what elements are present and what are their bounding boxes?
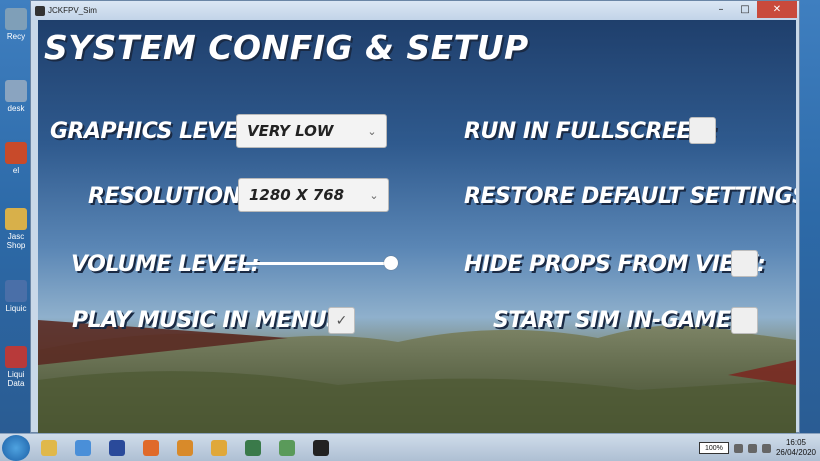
paint-shop-icon[interactable]: Jasc Shop [2, 208, 30, 250]
clock[interactable]: 16:05 26/04/2020 [776, 438, 816, 458]
app-icon [35, 5, 45, 16]
clock-time: 16:05 [785, 438, 806, 447]
maximize-button[interactable]: □ [733, 1, 757, 18]
minimize-button[interactable]: – [709, 1, 733, 18]
volume-level-label: VOLUME LEVEL: [71, 252, 260, 277]
fullscreen-checkbox[interactable] [689, 117, 716, 144]
resolution-dropdown[interactable]: 1280 X 768 ⌄ [238, 178, 389, 212]
desktop-icon-label: Recy [6, 32, 26, 41]
desktop-icon-glyph [5, 80, 27, 102]
resolution-label: RESOLUTION: [88, 184, 249, 209]
graphics-level-dropdown[interactable]: VERY LOW ⌄ [236, 114, 387, 148]
taskbar-chrome-icon[interactable] [68, 436, 98, 460]
play-music-checkbox[interactable]: ✓ [328, 307, 355, 334]
hide-props-checkbox[interactable] [731, 250, 758, 277]
desktop-icon-label: desk [7, 104, 25, 113]
chevron-down-icon: ⌄ [367, 124, 377, 138]
checkmark-icon: ✓ [335, 312, 348, 329]
game-icon [313, 439, 329, 456]
title-bar[interactable]: JCKFPV_Sim – □ ✕ [31, 1, 799, 20]
taskbar-folder-icon[interactable] [34, 436, 64, 460]
desktop-icon-label: Liquic [5, 304, 27, 313]
liquid-icon-glyph [5, 280, 27, 302]
volume-slider-thumb[interactable] [384, 256, 398, 270]
graphics-level-value: VERY LOW [247, 122, 334, 140]
firefox-icon [143, 439, 159, 456]
scenery-background [38, 320, 796, 433]
chevron-down-icon: ⌄ [369, 188, 379, 202]
taskbar-pg-icon[interactable] [102, 436, 132, 460]
pg-icon [109, 439, 125, 456]
config-title: SYSTEM CONFIG & SETUP [44, 28, 529, 67]
start-button[interactable] [2, 434, 30, 461]
volume-icon[interactable] [747, 443, 757, 453]
monitor-icon [245, 439, 261, 456]
desktop-icon-label: el [12, 166, 20, 175]
hide-props-label: HIDE PROPS FROM VIEW: [464, 252, 766, 277]
clock-date: 26/04/2020 [775, 448, 816, 457]
close-button[interactable]: ✕ [757, 1, 797, 18]
desktop-icon-label: Liqui Data [7, 370, 25, 388]
chrome-icon [75, 439, 91, 456]
start-sim-checkbox[interactable] [731, 307, 758, 334]
drone-icon [177, 439, 193, 456]
recycle-bin-icon-glyph [5, 8, 27, 30]
network-icon[interactable] [733, 443, 743, 453]
restore-defaults-button[interactable]: RESTORE DEFAULT SETTINGS [464, 184, 796, 209]
play-music-label: PLAY MUSIC IN MENUS: [72, 308, 350, 333]
app-icon-glyph [5, 142, 27, 164]
start-sim-label: START SIM IN-GAME: [493, 308, 739, 333]
taskbar-game-icon[interactable] [306, 436, 336, 460]
taskbar-photos-icon[interactable] [272, 436, 302, 460]
folder-icon [41, 439, 57, 456]
paint-shop-icon-glyph [5, 208, 27, 230]
system-tray: 100% 16:05 26/04/2020 [698, 438, 816, 458]
recycle-bin-icon[interactable]: Recy [2, 8, 30, 41]
resolution-value: 1280 X 768 [249, 186, 345, 204]
paint-icon [211, 439, 227, 456]
volume-slider[interactable] [243, 262, 391, 265]
graphics-level-label: GRAPHICS LEVEL: [50, 119, 261, 144]
taskbar-monitor-icon[interactable] [238, 436, 268, 460]
liquid-data-icon-glyph [5, 346, 27, 368]
taskbar-firefox-icon[interactable] [136, 436, 166, 460]
window-title: JCKFPV_Sim [48, 6, 97, 15]
taskbar-drone-icon[interactable] [170, 436, 200, 460]
battery-indicator[interactable]: 100% [698, 442, 729, 454]
game-view: SYSTEM CONFIG & SETUP GRAPHICS LEVEL: VE… [38, 20, 796, 433]
desktop-icon-label: Jasc Shop [6, 232, 26, 250]
desktop-icon[interactable]: desk [2, 80, 30, 113]
fullscreen-label: RUN IN FULLSCREEN: [464, 119, 718, 144]
app-icon[interactable]: el [2, 142, 30, 175]
liquid-data-icon[interactable]: Liqui Data [2, 346, 30, 388]
taskbar-paint-icon[interactable] [204, 436, 234, 460]
taskbar: 100% 16:05 26/04/2020 [0, 433, 820, 461]
photos-icon [279, 439, 295, 456]
liquid-icon[interactable]: Liquic [2, 280, 30, 313]
flag-icon[interactable] [761, 443, 771, 453]
